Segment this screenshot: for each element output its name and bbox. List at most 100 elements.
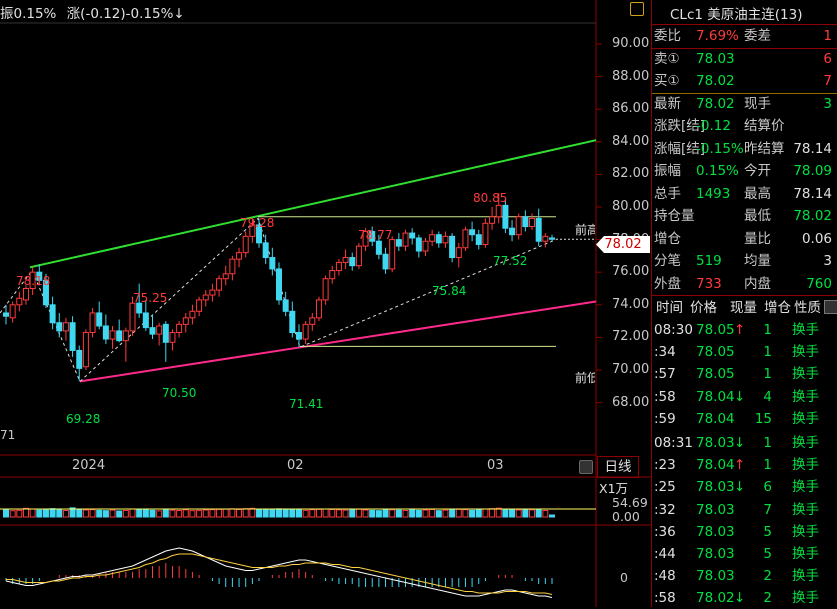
volume-bar [389,509,396,518]
tick-volume: 2 [763,590,772,607]
tick-time: 08:30 [654,322,693,338]
volume-bar [202,509,209,518]
volume-bar [49,508,56,518]
volume-bar [282,508,289,518]
quote-key: 分笔 [654,253,681,269]
kline-chart[interactable] [0,0,651,607]
candle-body [295,332,302,340]
volume-bar [76,508,83,518]
quote-value-2: 78.14 [793,185,832,202]
candle-body [62,322,69,332]
candle-body [302,323,309,340]
x-label-2024: 2024 [72,458,106,473]
volume-bar [96,509,103,518]
quote-value: 519 [696,253,722,269]
volume-bar [455,508,462,518]
candle-body [509,227,516,236]
volume-bar [242,508,249,518]
volume-bar [522,509,529,518]
quote-row: 卖① 78.03 6 [652,48,837,70]
volume-bar [189,510,196,518]
candle-body [502,204,509,229]
tick-volume: 7 [763,501,772,518]
candle-body [449,235,456,259]
candle-body [382,253,389,270]
volume-bar [196,509,203,518]
tick-row: :57 78.05 1 换手 [652,363,837,385]
candle-body [116,330,123,342]
quote-key: 振幅 [654,163,681,179]
quote-value-2: 78.14 [793,140,832,157]
scroll-handle[interactable] [579,460,593,474]
tick-price: 78.04 [696,410,735,427]
volume-bar [335,509,342,518]
quote-value: 733 [696,275,722,292]
volume-bar [542,510,549,518]
volume-bar [529,509,536,518]
volume-bar [22,507,29,518]
channel-top-line [29,139,597,269]
quote-key: 外盘 [654,275,681,292]
quote-row: 外盘 733 内盘 760 [652,273,837,295]
volume-bar [309,509,316,518]
tick-nature: 换手 [792,501,819,518]
candle-body [16,297,23,306]
quote-key-2: 最低 [744,208,771,224]
quote-key-2: 内盘 [744,275,771,292]
tick-price: 78.04 [696,388,735,405]
candle-body [515,216,522,236]
tick-nature: 换手 [792,344,819,361]
volume-bar [382,509,389,518]
tick-time: :44 [654,546,676,562]
volume-bar [362,509,369,518]
candle-body [409,232,416,239]
volume-bar [402,510,409,518]
volume-bar [256,508,263,518]
tick-price: 78.05 [696,366,735,383]
annotation-77-52: 77.52 [493,254,528,268]
quote-value-2: 78.02 [793,208,832,224]
tick-volume: 2 [763,568,772,585]
tick-volume: 4 [763,388,772,405]
panel-collapse-button[interactable] [824,300,837,314]
quote-row: 买① 78.02 7 [652,70,837,92]
x-label-03: 03 [487,458,504,473]
volume-bar [469,509,476,518]
quote-panel: CLc1 美原油主连(13) 委比 7.69% 委差 1 卖① 78.03 6 买① 78.02… [651,0,837,607]
candle-body [76,349,83,369]
candle-body [375,240,382,255]
candle-body [229,258,236,275]
tick-volume: 1 [763,435,772,451]
quote-value-2: 0.06 [801,230,832,247]
volume-bar [329,509,336,518]
tick-time: :57 [654,366,676,383]
quote-row: 增仓 量比 0.06 [652,228,837,250]
tick-price: 78.03 [696,501,735,518]
candle-body [535,217,542,242]
candle-body [82,332,89,368]
tick-arrow: ↓ [734,479,746,496]
quote-key-2: 今开 [744,163,771,179]
volume-bar [502,508,509,518]
tick-nature: 换手 [792,410,819,427]
tick-volume: 15 [754,410,772,427]
volume-bar [462,509,469,518]
quote-key: 买① [654,73,680,89]
tick-row: :36 78.03 5 换手 [652,521,837,543]
macd-dif-line [5,547,553,598]
candle-body [542,235,549,242]
annotation-low-1: 69.28 [66,412,101,426]
candle-body [242,235,249,254]
quote-value: -0.12 [696,118,731,134]
period-selector[interactable]: 日线 [597,456,639,478]
quote-key-2: 最高 [744,185,771,202]
volume-bar [509,509,516,518]
settings-box-icon[interactable] [630,2,644,16]
volume-bar [429,509,436,518]
quote-value: 78.02 [696,95,735,112]
volume-bar [375,510,382,518]
tick-time: :23 [654,457,676,474]
volume-bar [549,514,555,518]
macd-zero: 0 [620,570,628,585]
tick-nature: 换手 [792,388,819,405]
